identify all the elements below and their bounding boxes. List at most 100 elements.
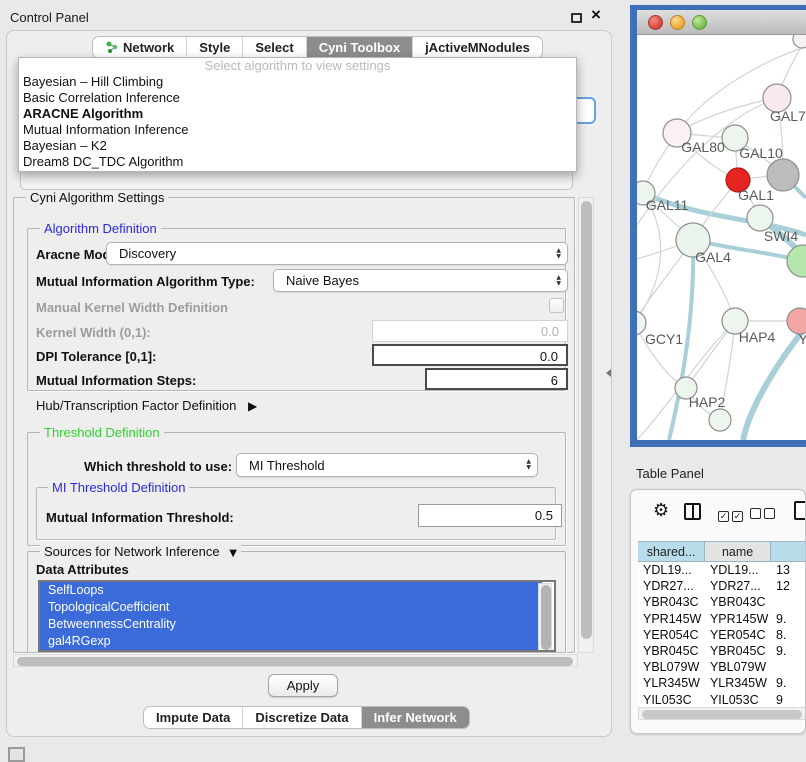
screen: Control Panel × NetworkStyleSelect Cyni T… <box>0 0 806 762</box>
network-node[interactable] <box>787 245 806 277</box>
table-cell: YBR043C <box>638 594 705 610</box>
stepper-icon: ▲▼ <box>526 459 531 471</box>
table-horizontal-scrollbar[interactable] <box>638 707 806 720</box>
tab-infer-network[interactable]: Infer Network <box>361 707 469 728</box>
network-node-label: HAP4 <box>739 329 776 345</box>
tab-style[interactable]: Style <box>186 37 242 58</box>
data-attribute-item[interactable]: SelfLoops <box>40 582 542 599</box>
table-row[interactable]: YBR043CYBR043C <box>638 594 806 610</box>
network-window-titlebar[interactable] <box>637 10 806 35</box>
split-columns-icon[interactable] <box>684 503 701 520</box>
select-none-icon[interactable] <box>750 506 775 524</box>
sources-label: Sources for Network Inference <box>44 544 220 559</box>
algorithm-dropdown-placeholder: Select algorithm to view settings <box>19 58 576 74</box>
aracne-mode-select[interactable]: Discovery ▲▼ <box>106 242 568 265</box>
settings-horizontal-scrollbar-thumb[interactable] <box>17 657 573 666</box>
table-column-header[interactable]: shared... <box>638 541 705 562</box>
mi-threshold-field[interactable]: 0.5 <box>418 504 562 527</box>
tab-discretize-data[interactable]: Discretize Data <box>242 707 360 728</box>
control-panel-tabbar: NetworkStyleSelect Cyni Toolbox jActiveMNo… <box>92 36 543 59</box>
tab-network[interactable]: Network <box>93 37 186 58</box>
mi-type-label: Mutual Information Algorithm Type: <box>36 274 255 289</box>
algorithm-option[interactable]: Mutual Information Inference <box>19 122 576 138</box>
float-window-icon[interactable] <box>571 13 582 23</box>
table-row[interactable]: YBL079WYBL079W <box>638 659 806 675</box>
network-icon <box>105 40 118 56</box>
table-column-header[interactable] <box>771 541 806 562</box>
apply-button[interactable]: Apply <box>268 674 338 697</box>
corner-widget-icon[interactable] <box>8 747 25 762</box>
close-light-icon[interactable] <box>648 15 663 30</box>
network-node-label: SWI4 <box>764 228 798 244</box>
minimize-light-icon[interactable] <box>670 15 685 30</box>
network-node-label: Y <box>798 331 806 347</box>
data-attributes-list: SelfLoopsTopologicalCoefficientBetweenne… <box>38 580 556 652</box>
tab-jactivemnodules[interactable]: jActiveMNodules <box>412 37 542 58</box>
table-row[interactable]: YPR145WYPR145W9. <box>638 611 806 627</box>
control-panel-title: Control Panel <box>10 10 89 25</box>
network-node[interactable] <box>709 409 731 431</box>
table-cell: 9. <box>771 643 806 659</box>
table-cell: YDR27... <box>705 578 771 594</box>
data-attribute-item[interactable]: gal4RGexp <box>40 633 542 650</box>
settings-vertical-scrollbar-thumb[interactable] <box>581 201 592 639</box>
table-cell: YLR345W <box>705 675 771 691</box>
kernel-width-field[interactable]: 0.0 <box>372 320 568 342</box>
zoom-light-icon[interactable] <box>692 15 707 30</box>
table-cell: YER054C <box>705 627 771 643</box>
tab-select[interactable]: Select <box>242 37 305 58</box>
settings-vertical-scrollbar[interactable] <box>578 197 594 653</box>
select-all-checked-icon[interactable]: ✓✓ <box>718 506 743 524</box>
dpi-tolerance-label: DPI Tolerance [0,1]: <box>36 349 156 364</box>
tab-impute-data[interactable]: Impute Data <box>144 707 242 728</box>
panel-divider-collapse-icon[interactable] <box>606 369 611 377</box>
hub-definition-toggle[interactable]: Hub/Transcription Factor Definition ▶ <box>36 398 257 413</box>
mi-steps-field[interactable]: 6 <box>425 368 568 390</box>
network-node[interactable] <box>793 35 806 48</box>
table-column-header[interactable]: name <box>705 541 771 562</box>
algorithm-option[interactable]: ARACNE Algorithm <box>19 106 576 122</box>
algorithm-option[interactable]: Bayesian – Hill Climbing <box>19 74 576 90</box>
document-icon[interactable] <box>794 501 806 520</box>
table-cell: YIL053C <box>705 692 771 708</box>
mi-type-value: Naive Bayes <box>286 273 359 288</box>
hub-definition-label: Hub/Transcription Factor Definition <box>36 398 236 413</box>
manual-kernel-checkbox[interactable] <box>549 298 564 313</box>
chevron-down-icon: ▼ <box>229 548 237 559</box>
table-horizontal-scrollbar-thumb[interactable] <box>642 710 802 719</box>
dpi-tolerance-field[interactable]: 0.0 <box>372 344 568 366</box>
data-attribute-item[interactable]: TopologicalCoefficient <box>40 599 542 616</box>
mi-type-select[interactable]: Naive Bayes ▲▼ <box>273 269 568 292</box>
algorithm-definition-label: Algorithm Definition <box>40 221 161 236</box>
which-threshold-select[interactable]: MI Threshold ▲▼ <box>236 453 538 477</box>
network-canvas[interactable]: GAL7GAL80GAL10GAL1GAL11SWI4GAL4GCY1HAP4Y… <box>637 35 806 440</box>
table-row[interactable]: YBR045CYBR045C9. <box>638 643 806 659</box>
tab-label: Cyni Toolbox <box>319 40 400 55</box>
table-cell: YER054C <box>638 627 705 643</box>
settings-horizontal-scrollbar[interactable] <box>13 654 578 667</box>
algorithm-option[interactable]: Bayesian – K2 <box>19 138 576 154</box>
stepper-icon: ▲▼ <box>556 248 561 260</box>
close-icon[interactable]: × <box>591 5 601 25</box>
attributes-list-scrollbar[interactable] <box>538 583 552 651</box>
attributes-list-scrollbar-thumb[interactable] <box>541 585 551 650</box>
table-row[interactable]: YLR345WYLR345W9. <box>638 675 806 691</box>
table-row[interactable]: YIL053CYIL053C9 <box>638 692 806 708</box>
table-cell: 9. <box>771 611 806 627</box>
hidden-network-combo <box>20 170 573 190</box>
algorithm-option[interactable]: Basic Correlation Inference <box>19 90 576 106</box>
mi-steps-label: Mutual Information Steps: <box>36 373 196 388</box>
table-row[interactable]: YDL19...YDL19...13 <box>638 562 806 578</box>
gear-icon[interactable]: ⚙ <box>653 500 669 521</box>
data-attribute-item[interactable]: BetweennessCentrality <box>40 616 542 633</box>
tab-cyni-toolbox[interactable]: Cyni Toolbox <box>306 37 412 58</box>
network-node-label: GAL1 <box>738 187 774 203</box>
table-panel-window: ⚙ ✓✓ shared...name YDL19...YDL19...13YDR… <box>630 489 806 734</box>
table-cell: YBL079W <box>705 659 771 675</box>
network-node-label: GAL4 <box>695 249 731 265</box>
algorithm-option[interactable]: Dream8 DC_TDC Algorithm <box>19 154 576 170</box>
table-row[interactable]: YDR27...YDR27...12 <box>638 578 806 594</box>
chevron-right-icon: ▶ <box>248 399 257 413</box>
table-row[interactable]: YER054CYER054C8. <box>638 627 806 643</box>
sources-toggle[interactable]: Sources for Network Inference ▼ <box>40 544 241 559</box>
